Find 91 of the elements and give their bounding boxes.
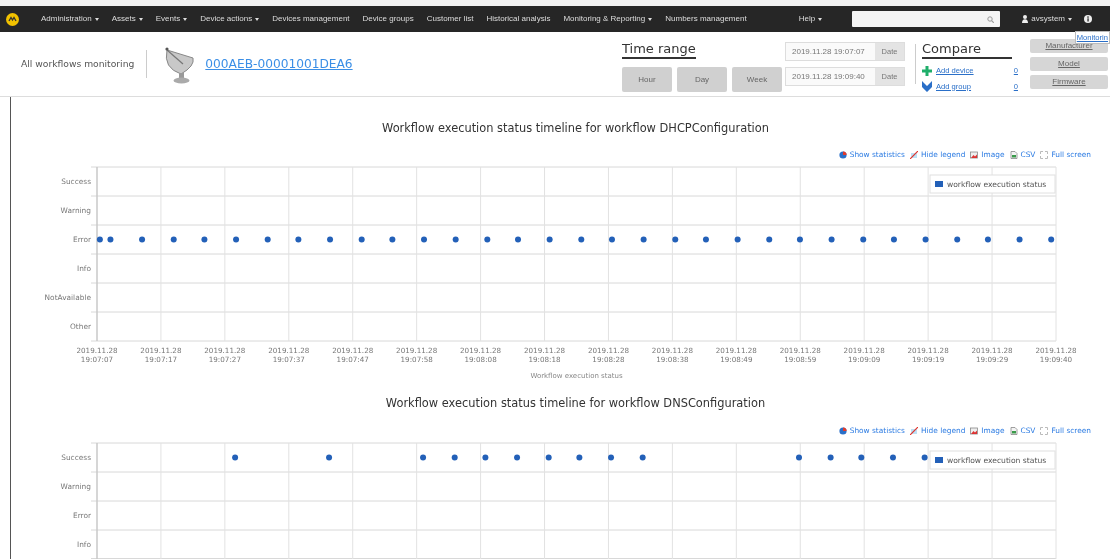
data-point — [327, 236, 334, 243]
data-point — [640, 236, 647, 243]
user-icon — [1022, 15, 1029, 23]
data-point — [545, 454, 552, 461]
legend-swatch — [935, 181, 943, 187]
data-point — [889, 454, 896, 461]
device-link[interactable]: 000AEB-00001001DEA6 — [205, 54, 353, 74]
image-icon — [970, 427, 979, 435]
info-icon — [1084, 15, 1092, 23]
data-point — [170, 236, 177, 243]
data-point — [452, 236, 459, 243]
logo-icon — [6, 12, 19, 26]
data-point — [858, 454, 865, 461]
search-field[interactable] — [852, 11, 1001, 27]
nav-menu-item[interactable]: Administration — [41, 13, 99, 25]
caret-icon — [1068, 17, 1072, 21]
data-point — [922, 236, 929, 243]
data-point — [1048, 236, 1055, 243]
crossed-out-legend-icon — [909, 427, 918, 435]
data-point — [827, 454, 834, 461]
caret-icon — [648, 17, 653, 21]
nav-menu-item[interactable]: Device groups — [362, 13, 414, 25]
image-icon — [970, 151, 979, 159]
nav-menu-item[interactable]: Monitoring & Reporting — [563, 13, 653, 25]
nav-menu-item[interactable]: Customer list — [426, 13, 474, 25]
data-point — [514, 454, 521, 461]
data-point — [734, 236, 741, 243]
data-point — [984, 236, 991, 243]
expand-icon — [1040, 151, 1049, 159]
data-point — [672, 236, 679, 243]
search-icon — [987, 16, 995, 23]
data-point — [107, 236, 114, 243]
data-point — [796, 454, 802, 461]
nav-menu-item[interactable]: Assets — [111, 13, 143, 25]
data-point — [639, 454, 646, 461]
caret-icon — [255, 17, 260, 21]
section-heading: Compare — [922, 41, 1012, 60]
nav-menu-item[interactable]: Numbers management — [665, 13, 747, 25]
data-point — [1016, 236, 1023, 243]
data-point — [766, 236, 773, 243]
user-menu[interactable]: avsystem — [1022, 13, 1072, 25]
data-point — [326, 454, 333, 461]
data-point — [954, 236, 961, 243]
data-point — [608, 454, 614, 461]
spreadsheet-file-icon — [1009, 427, 1018, 435]
data-point — [860, 236, 867, 243]
data-point — [264, 236, 271, 243]
data-point — [420, 454, 427, 461]
pie-chart-icon — [838, 427, 847, 435]
chart-title: Workflow execution status timeline for workflow DHCPConfiguration — [381, 120, 770, 135]
data-point — [702, 236, 709, 243]
data-point — [232, 454, 239, 461]
data-point — [578, 236, 585, 243]
page-title: All workflows monitoring — [21, 57, 135, 71]
help-menu[interactable]: Help — [798, 13, 823, 25]
pie-chart-icon — [838, 151, 847, 159]
data-point — [139, 236, 146, 243]
section-heading: Time range — [622, 41, 696, 59]
data-point — [96, 236, 103, 243]
data-point — [546, 236, 553, 243]
chart-title: Workflow execution status timeline for workflow DNSConfiguration — [384, 395, 767, 410]
data-point — [515, 236, 521, 243]
data-point — [451, 454, 458, 461]
caret-icon — [818, 17, 823, 21]
caret-icon — [183, 17, 188, 21]
legend-swatch — [935, 457, 943, 463]
nav-menu-item[interactable]: Historical analysis — [486, 13, 551, 25]
data-point — [796, 236, 803, 243]
data-point — [201, 236, 208, 243]
spreadsheet-file-icon — [1009, 151, 1018, 159]
data-point — [421, 236, 427, 243]
data-point — [389, 236, 396, 243]
data-point — [921, 454, 928, 461]
data-point — [482, 454, 489, 461]
data-point — [890, 236, 897, 243]
data-point — [484, 236, 491, 243]
nav-menu-item[interactable]: Device actions — [200, 13, 260, 25]
crossed-out-legend-icon — [909, 151, 918, 159]
caret-icon — [94, 17, 99, 21]
data-point — [609, 236, 615, 243]
data-point — [828, 236, 835, 243]
nav-menu-item[interactable]: Devices management — [272, 13, 350, 25]
data-point — [295, 236, 302, 243]
data-point — [233, 236, 240, 243]
data-point — [358, 236, 365, 243]
plus-icon — [922, 65, 932, 76]
chevron-icon — [922, 80, 932, 92]
caret-icon — [138, 17, 143, 21]
expand-icon — [1040, 427, 1049, 435]
data-point — [576, 454, 583, 461]
nav-menu-item[interactable]: Events — [155, 13, 188, 25]
